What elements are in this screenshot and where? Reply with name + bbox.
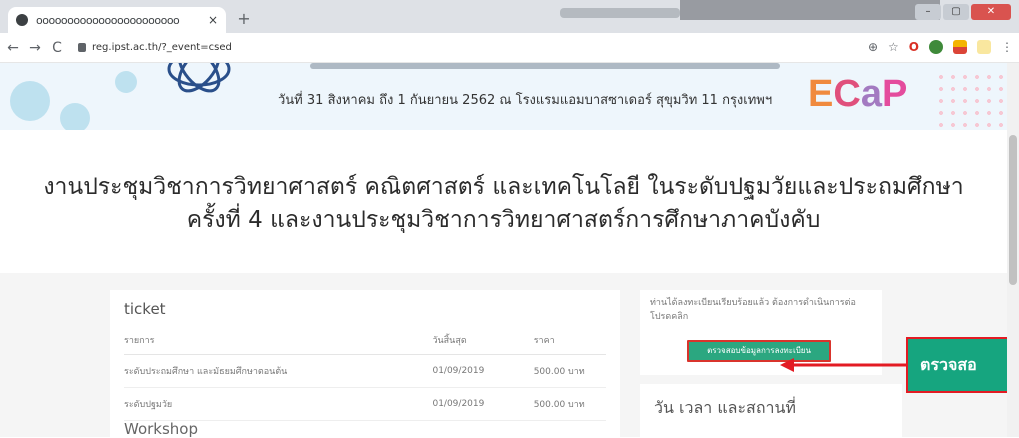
date-venue-title: วัน เวลา และสถานที่	[654, 398, 796, 417]
workshop-heading: Workshop	[124, 420, 199, 438]
page-title-line-2: ครั้งที่ 4 และงานประชุมวิชาการวิทยาศาสตร…	[186, 207, 821, 233]
column-header-price: ราคา	[533, 326, 606, 355]
forward-arrow-icon[interactable]: →	[26, 40, 44, 56]
table-row: ระดับประถมศึกษา และมัธยมศึกษาตอนต้น 01/0…	[124, 354, 606, 388]
ticket-end-date: 01/09/2019	[432, 354, 534, 388]
reload-icon[interactable]: C	[48, 40, 66, 56]
banner-subtitle: วันที่ 31 สิงหาคม ถึง 1 กันยายน 2562 ณ โ…	[278, 93, 773, 108]
back-arrow-icon[interactable]: ←	[4, 40, 22, 56]
url-text: reg.ipst.ac.th/?_event=csed	[92, 42, 232, 53]
ecap-logo: ECaP	[808, 73, 908, 115]
registration-note: ท่านได้ลงทะเบียนเรียบร้อยแล้ว ต้องการดำเ…	[650, 298, 856, 322]
close-window-button[interactable]: ✕	[971, 4, 1011, 20]
star-icon[interactable]: ☆	[888, 40, 899, 54]
decor-dot	[10, 81, 50, 121]
new-tab-button[interactable]: +	[233, 10, 255, 28]
browser-tab[interactable]: ooooooooooooooooooooooo ×	[8, 7, 226, 33]
ticket-title: ticket	[124, 300, 166, 318]
event-banner: วันที่ 31 สิงหาคม ถึง 1 กันยายน 2562 ณ โ…	[0, 63, 1019, 130]
tab-favicon-icon	[16, 14, 28, 26]
browser-toolbar: ← → C reg.ipst.ac.th/?_event=csed ⊕ ☆ O …	[0, 33, 1019, 63]
column-header-item: รายการ	[124, 326, 433, 355]
page-title-line-1: งานประชุมวิชาการวิทยาศาสตร์ คณิตศาสตร์ แ…	[43, 174, 964, 200]
date-venue-card: วัน เวลา และสถานที่	[640, 384, 902, 437]
decor-dot	[60, 103, 90, 130]
ticket-table: รายการ วันสิ้นสุด ราคา ระดับประถมศึกษา แ…	[124, 326, 606, 421]
extension-icons: ⊕ ☆ O ⋮	[868, 40, 1013, 54]
callout-label: ตรวจสอ	[906, 337, 1019, 393]
browser-tab-strip: ooooooooooooooooooooooo × + – ▢ ✕	[0, 0, 1019, 33]
window-controls: – ▢ ✕	[915, 4, 1011, 20]
tab-title: ooooooooooooooooooooooo	[36, 13, 180, 27]
minimize-button[interactable]: –	[915, 4, 941, 20]
page-title: งานประชุมวิชาการวิทยาศาสตร์ คณิตศาสตร์ แ…	[0, 171, 1007, 237]
callout-arrow-icon	[780, 358, 906, 372]
cropped-banner-title	[310, 63, 780, 69]
headline-section: งานประชุมวิชาการวิทยาศาสตร์ คณิตศาสตร์ แ…	[0, 130, 1007, 273]
tab-close-icon[interactable]: ×	[208, 13, 218, 27]
menu-icon[interactable]: ⋮	[1001, 40, 1013, 54]
scrollbar-thumb[interactable]	[1009, 135, 1017, 285]
ticket-price: 500.00 บาท	[533, 387, 606, 421]
ticket-item-name: ระดับประถมศึกษา และมัธยมศึกษาตอนต้น	[124, 354, 433, 388]
column-header-end-date: วันสิ้นสุด	[432, 326, 534, 355]
ticket-item-name: ระดับปฐมวัย	[124, 387, 433, 421]
ticket-end-date: 01/09/2019	[432, 387, 534, 421]
yellow-extension-icon[interactable]	[977, 40, 991, 54]
green-extension-icon[interactable]	[929, 40, 943, 54]
lock-icon	[78, 43, 86, 52]
address-bar[interactable]: reg.ipst.ac.th/?_event=csed	[78, 42, 232, 53]
table-row: ระดับปฐมวัย 01/09/2019 500.00 บาท	[124, 387, 606, 421]
table-header-row: รายการ วันสิ้นสุด ราคา	[124, 326, 606, 355]
decor-dot-grid	[935, 71, 1015, 127]
page-scrollbar[interactable]	[1007, 63, 1019, 437]
colored-extension-icon[interactable]	[953, 40, 967, 54]
ticket-price: 500.00 บาท	[533, 354, 606, 388]
atom-logo-icon	[167, 63, 231, 93]
decor-dot	[115, 71, 137, 93]
opera-extension-icon[interactable]: O	[909, 40, 919, 54]
blurred-overlay	[680, 0, 940, 20]
ticket-card: ticket รายการ วันสิ้นสุด ราคา ระดับประถม…	[110, 290, 620, 438]
zoom-icon[interactable]: ⊕	[868, 40, 878, 54]
maximize-button[interactable]: ▢	[943, 4, 969, 20]
blurred-window-title	[560, 8, 680, 18]
